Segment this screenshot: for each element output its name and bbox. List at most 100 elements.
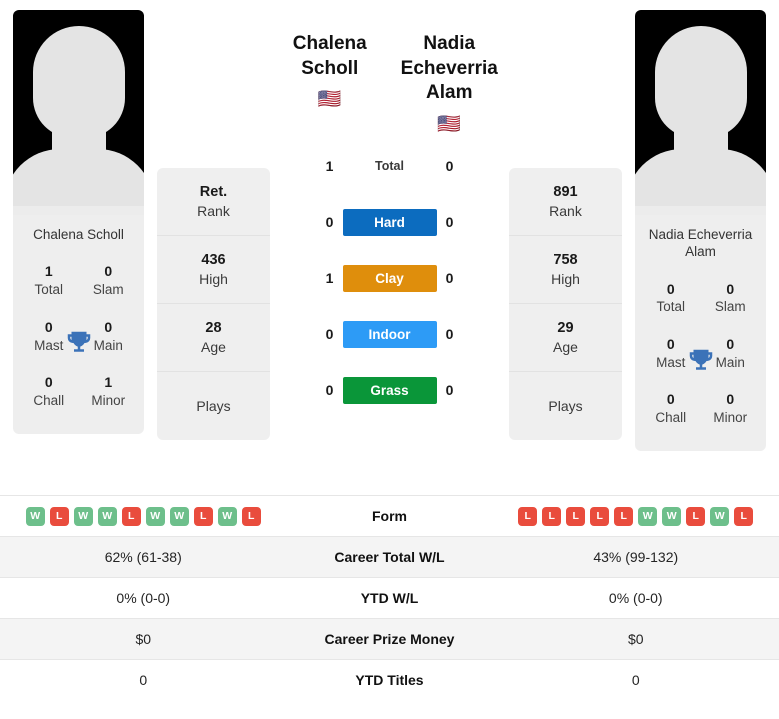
- left-player-panel: Chalena Scholl 1 Total 0 Slam 0 Mast 0 M…: [13, 10, 144, 434]
- left-value: 0% (0-0): [116, 590, 171, 606]
- left-player-name-line2: Scholl: [301, 57, 359, 79]
- head-to-head-comparison: Chalena Scholl 1 Total 0 Slam 0 Mast 0 M…: [0, 0, 779, 495]
- row-label: Form: [372, 508, 407, 524]
- left-player-name-line1: Chalena: [292, 33, 367, 54]
- form-badge-win: W: [217, 506, 237, 526]
- stat-value: 891: [553, 183, 578, 200]
- form-badge-loss: L: [686, 506, 706, 526]
- titles-stat: 1 Minor: [79, 364, 139, 419]
- titles-stat: 0 Chall: [19, 364, 79, 419]
- row-label: Career Total W/L: [334, 549, 445, 565]
- stat-label: Age: [553, 338, 578, 355]
- left-value: 0: [139, 672, 148, 688]
- left-player-header: Chalena Scholl 🇺🇸: [270, 10, 390, 109]
- titles-value: 0: [104, 263, 113, 280]
- right-stat-card-column: 891 Rank 758 High 29 Age Plays: [509, 0, 622, 440]
- h2h-left-score: 1: [325, 270, 334, 287]
- stat-label: Rank: [197, 202, 230, 219]
- titles-label: Total: [34, 282, 64, 298]
- left-form-strip: WLWWLWWLWL: [0, 506, 287, 526]
- stat-label: High: [199, 270, 228, 287]
- left-player-column: Chalena Scholl 1 Total 0 Slam 0 Mast 0 M…: [0, 0, 157, 434]
- form-badge-win: W: [710, 506, 730, 526]
- titles-label: Chall: [33, 393, 65, 409]
- stat-value: 29: [557, 319, 574, 336]
- form-badge-win: W: [145, 506, 165, 526]
- form-badge-loss: L: [193, 506, 213, 526]
- form-badge-win: W: [638, 506, 658, 526]
- avatar-silhouette-ear-left: [39, 78, 52, 106]
- center-column: Chalena Scholl 🇺🇸 Nadia Echeverria Alam …: [270, 0, 509, 418]
- titles-stat: 1 Total: [19, 253, 79, 308]
- stat-cell-age: 28 Age: [157, 304, 270, 372]
- form-badge-loss: L: [614, 506, 634, 526]
- stat-cell-age: 29 Age: [509, 304, 622, 372]
- avatar-silhouette-ear-right: [105, 78, 118, 106]
- titles-label: Slam: [92, 282, 124, 298]
- form-badge-loss: L: [566, 506, 586, 526]
- h2h-right-score: 0: [445, 214, 454, 231]
- trophy-icon: [67, 332, 90, 353]
- stat-label: High: [551, 270, 580, 287]
- left-player-avatar: [13, 10, 144, 215]
- form-badge-win: W: [73, 506, 93, 526]
- avatar-floor: [13, 206, 144, 215]
- stat-cell-high: 758 High: [509, 236, 622, 304]
- row-label: YTD W/L: [360, 590, 419, 606]
- titles-stat: 0 Total: [641, 271, 701, 326]
- titles-value: 0: [726, 280, 735, 297]
- stat-cell-rank: Ret. Rank: [157, 168, 270, 236]
- h2h-left-score: 1: [325, 158, 334, 175]
- left-stat-card-column: Ret. Rank 436 High 28 Age Plays: [157, 0, 270, 440]
- titles-label: Chall: [655, 410, 687, 426]
- titles-stat: 0 Slam: [79, 253, 139, 308]
- h2h-right-score: 0: [445, 382, 454, 399]
- titles-label: Minor: [91, 393, 126, 409]
- right-player-panel: Nadia Echeverria Alam 0 Total 0 Slam 0 M…: [635, 10, 766, 451]
- titles-label: Minor: [713, 410, 748, 426]
- right-player-header: Nadia Echeverria Alam 🇺🇸: [390, 10, 510, 134]
- stat-cell-rank: 891 Rank: [509, 168, 622, 236]
- left-value: $0: [135, 631, 152, 647]
- titles-label: Slam: [714, 299, 746, 315]
- left-form-cell: WLWWLWWLWL: [0, 506, 287, 526]
- h2h-right-score: 0: [445, 270, 454, 287]
- h2h-surface-label: Total: [375, 159, 404, 174]
- titles-stat: 0 Chall: [641, 381, 701, 436]
- h2h-surface-rows: 1 Total 0 0 Hard 0 1 Clay 0 0 Indoor 0 0: [312, 134, 468, 418]
- titles-value: 0: [666, 280, 675, 297]
- h2h-left-score: 0: [325, 214, 334, 231]
- h2h-right-score: 0: [445, 158, 454, 175]
- h2h-surface-badge-clay: Clay: [342, 264, 437, 292]
- h2h-row-grass: 0 Grass 0: [312, 362, 468, 418]
- right-player-avatar: [635, 10, 766, 215]
- stat-value: 28: [205, 319, 222, 336]
- stat-cell-plays: Plays: [509, 372, 622, 440]
- right-player-titles-grid: 0 Total 0 Slam 0 Mast 0 Main 0 Chall 0 M…: [635, 271, 766, 451]
- form-badge-loss: L: [121, 506, 141, 526]
- table-row-ytd-wl: 0% (0-0) YTD W/L 0% (0-0): [0, 577, 779, 618]
- table-row-career-wl: 62% (61-38) Career Total W/L 43% (99-132…: [0, 536, 779, 577]
- h2h-row-total: 1 Total 0: [312, 138, 468, 194]
- form-badge-loss: L: [241, 506, 261, 526]
- right-stat-card: 891 Rank 758 High 29 Age Plays: [509, 168, 622, 440]
- h2h-surface-badge-indoor: Indoor: [342, 320, 437, 348]
- row-label: Career Prize Money: [324, 631, 455, 647]
- right-value: $0: [627, 631, 644, 647]
- form-badge-win: W: [169, 506, 189, 526]
- titles-value: 0: [44, 374, 53, 391]
- left-stat-card: Ret. Rank 436 High 28 Age Plays: [157, 168, 270, 440]
- h2h-row-indoor: 0 Indoor 0: [312, 306, 468, 362]
- titles-value: 1: [44, 263, 53, 280]
- h2h-left-score: 0: [325, 382, 334, 399]
- player-names-row: Chalena Scholl 🇺🇸 Nadia Echeverria Alam …: [270, 10, 509, 134]
- trophy-icon: [689, 349, 712, 370]
- form-badge-win: W: [25, 506, 45, 526]
- stat-label: Age: [201, 338, 226, 355]
- titles-value: 0: [666, 391, 675, 408]
- form-badge-win: W: [662, 506, 682, 526]
- stat-label: Plays: [196, 397, 231, 414]
- form-badge-loss: L: [518, 506, 538, 526]
- form-badge-loss: L: [590, 506, 610, 526]
- h2h-left-score: 0: [325, 326, 334, 343]
